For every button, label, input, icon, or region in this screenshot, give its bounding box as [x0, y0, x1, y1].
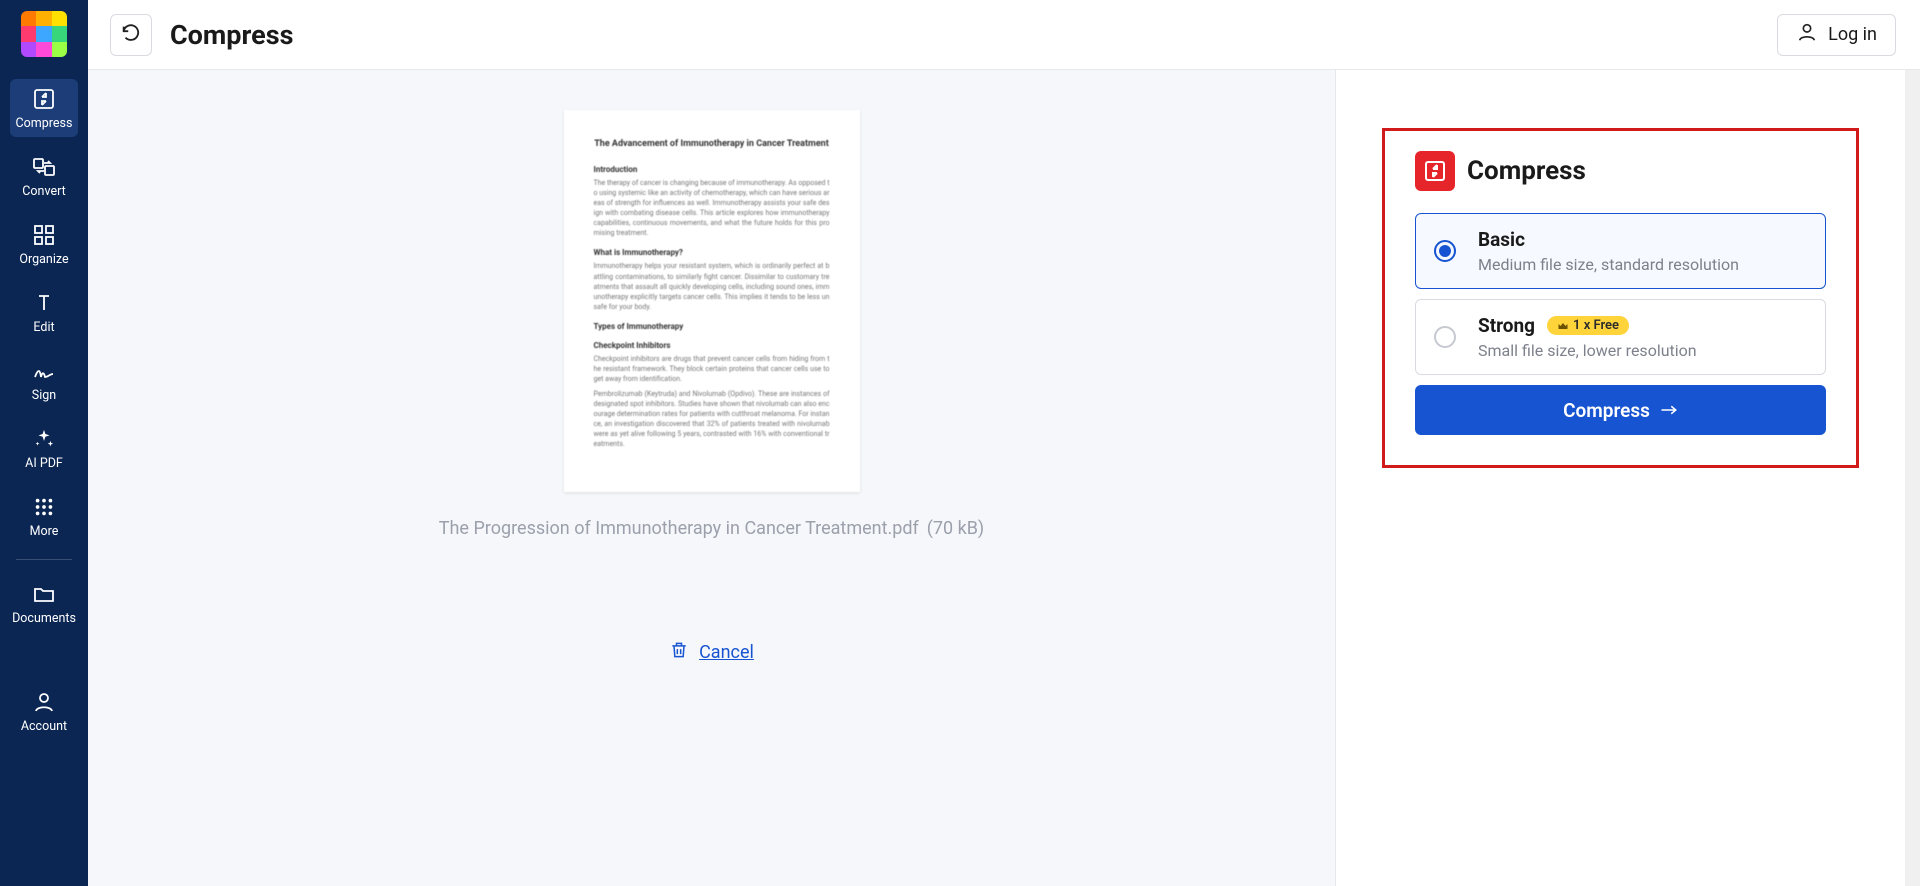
- edit-icon: [31, 290, 57, 316]
- sidebar-item-label: More: [30, 524, 59, 539]
- arrow-right-icon: [1660, 399, 1678, 422]
- organize-icon: [31, 222, 57, 248]
- sidebar-item-label: Convert: [22, 184, 65, 199]
- option-strong[interactable]: Strong 1 x Free Small file size, lower r…: [1415, 299, 1826, 375]
- sidebar-item-sign[interactable]: Sign: [10, 351, 78, 409]
- compress-button[interactable]: Compress: [1415, 385, 1826, 435]
- sidebar-item-label: Organize: [19, 252, 68, 267]
- scrollbar[interactable]: [1905, 70, 1920, 886]
- sidebar-item-label: Documents: [12, 611, 76, 626]
- cancel-button[interactable]: Cancel: [669, 639, 754, 665]
- convert-icon: [31, 154, 57, 180]
- account-icon: [31, 689, 57, 715]
- sidebar-item-label: Account: [21, 719, 67, 734]
- preview-pane: The Advancement of Immunotherapy in Canc…: [88, 70, 1335, 886]
- crown-icon: [1557, 320, 1569, 332]
- sidebar-item-label: Sign: [32, 388, 56, 403]
- sidebar-item-label: Edit: [33, 320, 54, 335]
- undo-icon: [120, 22, 142, 48]
- user-icon: [1796, 21, 1818, 48]
- document-thumbnail[interactable]: The Advancement of Immunotherapy in Canc…: [564, 110, 860, 492]
- app-logo: [21, 11, 67, 57]
- option-basic[interactable]: Basic Medium file size, standard resolut…: [1415, 213, 1826, 289]
- file-info: The Progression of Immunotherapy in Canc…: [439, 518, 984, 539]
- sidebar-divider: [16, 559, 72, 560]
- compress-button-label: Compress: [1563, 399, 1650, 422]
- topbar: Compress Log in: [88, 0, 1920, 70]
- sidebar-item-convert[interactable]: Convert: [10, 147, 78, 205]
- login-button[interactable]: Log in: [1777, 14, 1896, 56]
- trash-icon: [669, 639, 689, 665]
- sidebar: Compress Convert Organize Edit Sign: [0, 0, 88, 886]
- undo-button[interactable]: [110, 14, 152, 56]
- sidebar-item-organize[interactable]: Organize: [10, 215, 78, 273]
- sidebar-item-aipdf[interactable]: AI PDF: [10, 419, 78, 477]
- sidebar-item-edit[interactable]: Edit: [10, 283, 78, 341]
- badge-label: 1 x Free: [1573, 318, 1619, 333]
- login-label: Log in: [1828, 24, 1877, 45]
- filename-label: The Progression of Immunotherapy in Canc…: [439, 518, 919, 539]
- grid-dots-icon: [31, 494, 57, 520]
- sidebar-item-account[interactable]: Account: [10, 682, 78, 740]
- page-title: Compress: [170, 19, 293, 51]
- option-desc: Small file size, lower resolution: [1478, 341, 1807, 360]
- filesize-label: (70 kB): [927, 518, 984, 539]
- radio-strong[interactable]: [1434, 326, 1456, 348]
- folder-icon: [31, 581, 57, 607]
- option-desc: Medium file size, standard resolution: [1478, 255, 1807, 274]
- sign-icon: [31, 358, 57, 384]
- option-title: Basic: [1478, 228, 1525, 251]
- panel-title: Compress: [1467, 156, 1586, 186]
- sidebar-item-label: AI PDF: [25, 456, 63, 471]
- cancel-label: Cancel: [699, 642, 754, 663]
- sidebar-item-more[interactable]: More: [10, 487, 78, 545]
- radio-basic[interactable]: [1434, 240, 1456, 262]
- sidebar-item-compress[interactable]: Compress: [10, 79, 78, 137]
- option-title: Strong: [1478, 314, 1535, 337]
- sidebar-item-label: Compress: [16, 116, 73, 131]
- doc-preview-title: The Advancement of Immunotherapy in Canc…: [594, 138, 830, 151]
- pro-badge: 1 x Free: [1547, 316, 1629, 335]
- compress-panel-icon: [1415, 151, 1455, 191]
- sidebar-item-documents[interactable]: Documents: [10, 574, 78, 632]
- options-pane: Compress Basic Medium file size, standar…: [1335, 70, 1905, 886]
- sparkle-icon: [31, 426, 57, 452]
- compress-icon: [31, 86, 57, 112]
- compress-panel: Compress Basic Medium file size, standar…: [1382, 128, 1859, 468]
